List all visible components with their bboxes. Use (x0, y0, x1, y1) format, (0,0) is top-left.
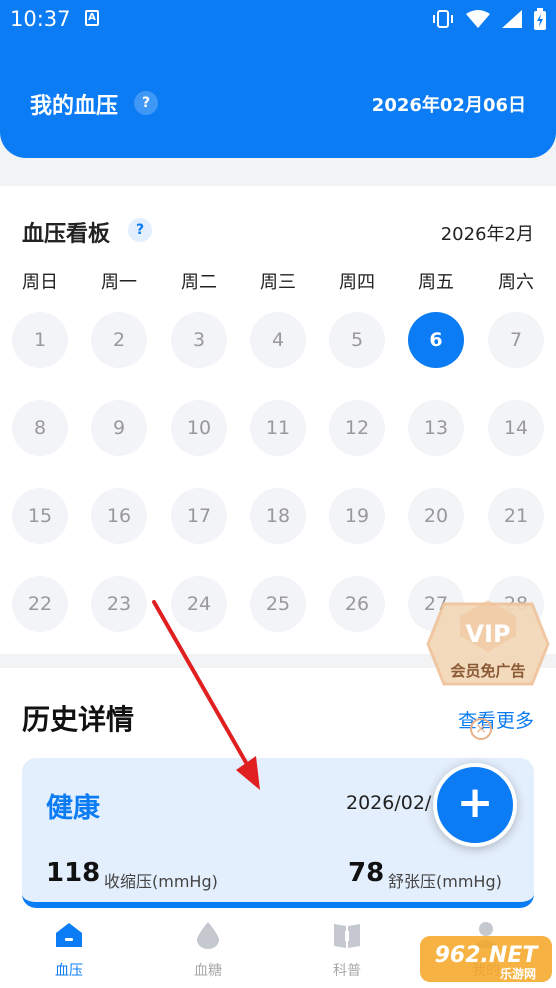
status-bar: 10:37 A (0, 0, 556, 38)
calendar-card: 血压看板 ? 2026年2月 周日 周一 周二 周三 周四 周五 周六 1234567891… (0, 186, 556, 654)
vibrate-icon (433, 10, 453, 28)
nav-item-blood-sugar[interactable]: 血糖 (168, 920, 248, 980)
calendar-day[interactable]: 17 (171, 488, 227, 544)
nav-label: 血糖 (194, 963, 222, 979)
calendar-day[interactable]: 21 (488, 488, 544, 544)
calendar-day[interactable]: 18 (250, 488, 306, 544)
record-status: 健康 (46, 793, 100, 824)
calendar-day[interactable]: 12 (329, 400, 385, 456)
diastolic-value: 78 (348, 858, 385, 888)
diastolic-label: 舒张压(mmHg) (388, 872, 502, 891)
calendar-day[interactable]: 22 (12, 576, 68, 632)
add-record-button[interactable]: + (433, 763, 517, 847)
calendar-day-selected[interactable]: 6 (408, 312, 464, 368)
vip-close-icon[interactable]: × (470, 718, 492, 740)
calendar-day[interactable]: 4 (250, 312, 306, 368)
site-watermark-logo: 962.NET 乐游网 (420, 936, 552, 982)
battery-icon (534, 8, 546, 30)
vip-badge[interactable]: VIP 会员免广告 (422, 596, 554, 696)
systolic-label: 收缩压(mmHg) (104, 872, 218, 891)
header-date: 2026年02月06日 (371, 95, 526, 116)
calendar-day[interactable]: 23 (91, 576, 147, 632)
book-icon (334, 924, 360, 948)
page-title: 我的血压 (30, 94, 119, 119)
accessibility-icon: A (85, 10, 99, 26)
screen: 10:37 A 我的血压 ? 2026年02月06日 血压看板 ? 2026年2… (0, 0, 556, 988)
nav-label: 血压 (55, 963, 83, 979)
calendar-day[interactable]: 26 (329, 576, 385, 632)
calendar-help-icon[interactable]: ? (128, 218, 152, 242)
weekday-label: 周五 (418, 272, 454, 293)
nav-item-science[interactable]: 科普 (307, 920, 387, 980)
calendar-day[interactable]: 10 (171, 400, 227, 456)
systolic-value: 118 (46, 858, 101, 888)
calendar-day[interactable]: 3 (171, 312, 227, 368)
weekday-label: 周三 (260, 272, 296, 293)
calendar-day[interactable]: 15 (12, 488, 68, 544)
nav-label: 科普 (333, 963, 361, 979)
calendar-day[interactable]: 11 (250, 400, 306, 456)
status-time: 10:37 (10, 7, 71, 31)
calendar-day[interactable]: 5 (329, 312, 385, 368)
calendar-day[interactable]: 9 (91, 400, 147, 456)
calendar-day[interactable]: 7 (488, 312, 544, 368)
record-date: 2026/02/ (346, 792, 432, 814)
house-icon (56, 923, 82, 947)
help-icon[interactable]: ? (134, 91, 158, 115)
weekday-label: 周二 (181, 272, 217, 293)
weekday-label: 周日 (22, 272, 58, 293)
header: 10:37 A 我的血压 ? 2026年02月06日 (0, 0, 556, 158)
weekday-label: 周四 (339, 272, 375, 293)
calendar-day[interactable]: 13 (408, 400, 464, 456)
weekday-label: 周一 (101, 272, 137, 293)
calendar-day[interactable]: 1 (12, 312, 68, 368)
calendar-title: 血压看板 (22, 222, 111, 247)
vip-title: VIP (465, 620, 510, 648)
vip-subtitle: 会员免广告 (450, 662, 525, 680)
signal-icon (502, 10, 522, 28)
calendar-month: 2026年2月 (440, 224, 534, 245)
history-title: 历史详情 (22, 703, 135, 736)
calendar-day[interactable]: 2 (91, 312, 147, 368)
watermark-text: 962.NET (435, 943, 540, 968)
calendar-day[interactable]: 19 (329, 488, 385, 544)
red-arrow-icon (152, 600, 260, 790)
calendar-day[interactable]: 8 (12, 400, 68, 456)
nav-item-blood-pressure[interactable]: 血压 (29, 920, 109, 980)
calendar-day[interactable]: 16 (91, 488, 147, 544)
calendar-day[interactable]: 20 (408, 488, 464, 544)
status-icons (432, 8, 546, 30)
watermark-subtext: 乐游网 (500, 966, 536, 981)
calendar-day[interactable]: 14 (488, 400, 544, 456)
drop-icon (197, 922, 219, 949)
wifi-icon (466, 10, 490, 28)
weekday-label: 周六 (498, 272, 534, 293)
